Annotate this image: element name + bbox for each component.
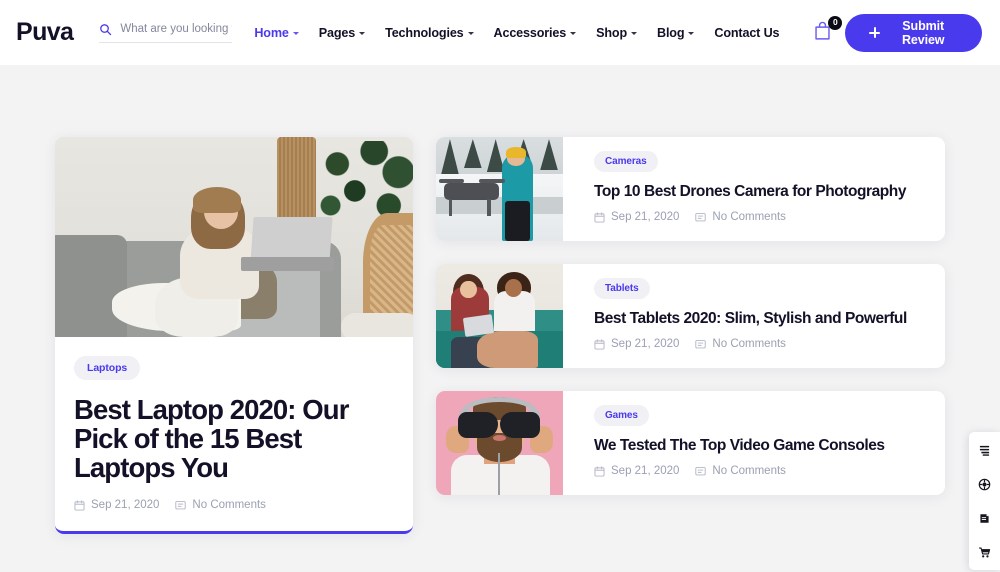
featured-post-card[interactable]: Laptops Best Laptop 2020: Our Pick of th… (55, 137, 413, 535)
featured-image-scene (55, 137, 413, 337)
post-list: Cameras Top 10 Best Drones Camera for Ph… (436, 137, 945, 534)
calendar-icon (594, 465, 605, 477)
chevron-down-icon (292, 32, 299, 35)
post-card-body: Tablets Best Tablets 2020: Slim, Stylish… (563, 264, 923, 368)
nav-label: Home (254, 25, 289, 40)
nav-label: Accessories (493, 25, 567, 40)
calendar-icon (74, 500, 85, 511)
featured-post-body: Laptops Best Laptop 2020: Our Pick of th… (55, 337, 413, 531)
nav-label: Shop (596, 25, 627, 40)
post-thumbnail (436, 391, 563, 495)
post-thumbnail (436, 137, 563, 241)
post-date-text: Sep 21, 2020 (611, 211, 680, 223)
site-header: Puva Home Pages Technologies Accessories (0, 0, 1000, 65)
post-card-tablets[interactable]: Tablets Best Tablets 2020: Slim, Stylish… (436, 264, 945, 368)
calendar-icon (594, 338, 605, 350)
chevron-down-icon (631, 32, 637, 35)
nav-label: Contact Us (714, 25, 780, 40)
featured-post-title[interactable]: Best Laptop 2020: Our Pick of the 15 Bes… (74, 395, 394, 483)
post-card-body: Games We Tested The Top Video Game Conso… (563, 391, 901, 495)
site-logo[interactable]: Puva (16, 18, 74, 47)
post-category-badge[interactable]: Tablets (594, 278, 650, 299)
floating-side-dock (969, 432, 1000, 570)
layers-icon[interactable] (976, 441, 994, 459)
nav-item-contact-us[interactable]: Contact Us (714, 26, 779, 40)
post-date-text: Sep 21, 2020 (91, 499, 160, 512)
calendar-icon (594, 211, 605, 223)
featured-post-meta: Sep 21, 2020 No Comments (74, 499, 394, 511)
drone-image-scene (436, 137, 563, 241)
tablet-image-scene (436, 264, 563, 368)
games-image-scene (436, 391, 563, 495)
plus-icon (869, 27, 881, 38)
post-date: Sep 21, 2020 (594, 465, 679, 477)
main-content: Laptops Best Laptop 2020: Our Pick of th… (0, 65, 1000, 535)
nav-item-shop[interactable]: Shop (596, 26, 637, 40)
featured-category-badge[interactable]: Laptops (74, 356, 141, 380)
main-navigation: Home Pages Technologies Accessories Shop… (254, 15, 845, 45)
post-comments: No Comments (175, 499, 266, 511)
life-ring-icon[interactable] (976, 475, 994, 493)
post-comments-text: No Comments (712, 211, 786, 223)
chevron-down-icon (467, 32, 474, 35)
post-meta: Sep 21, 2020 No Comments (594, 465, 885, 477)
cart-icon[interactable] (976, 543, 994, 561)
post-title[interactable]: Best Tablets 2020: Slim, Stylish and Pow… (594, 310, 907, 328)
search-input[interactable] (120, 23, 233, 35)
nav-label: Technologies (385, 25, 464, 40)
book-icon[interactable] (976, 509, 994, 527)
chevron-down-icon (359, 32, 366, 35)
post-comments: No Comments (695, 211, 786, 223)
post-date: Sep 21, 2020 (74, 499, 159, 511)
post-title[interactable]: We Tested The Top Video Game Consoles (594, 437, 885, 455)
nav-item-pages[interactable]: Pages (318, 25, 366, 40)
post-thumbnail (436, 264, 563, 368)
post-comments-text: No Comments (712, 338, 786, 350)
post-card-body: Cameras Top 10 Best Drones Camera for Ph… (563, 137, 922, 241)
nav-label: Blog (657, 25, 685, 40)
nav-item-technologies[interactable]: Technologies (385, 25, 474, 40)
post-comments-text: No Comments (712, 465, 786, 477)
post-date-text: Sep 21, 2020 (611, 338, 680, 350)
post-title[interactable]: Top 10 Best Drones Camera for Photograph… (594, 183, 906, 201)
post-date: Sep 21, 2020 (594, 211, 679, 223)
chevron-down-icon (570, 32, 577, 35)
comment-icon (695, 339, 707, 350)
post-card-cameras[interactable]: Cameras Top 10 Best Drones Camera for Ph… (436, 137, 945, 241)
post-category-badge[interactable]: Games (594, 405, 649, 426)
submit-review-label: Submit Review (901, 18, 945, 47)
comment-icon (695, 466, 707, 477)
featured-post-image (55, 137, 413, 337)
nav-item-blog[interactable]: Blog (657, 25, 695, 40)
nav-item-home[interactable]: Home (254, 25, 299, 40)
post-meta: Sep 21, 2020 No Comments (594, 211, 906, 223)
comment-icon (175, 500, 187, 511)
post-date: Sep 21, 2020 (594, 338, 679, 350)
post-date-text: Sep 21, 2020 (611, 465, 680, 477)
chevron-down-icon (688, 32, 695, 35)
post-comments: No Comments (695, 465, 786, 477)
nav-item-accessories[interactable]: Accessories (494, 26, 577, 40)
comment-icon (695, 212, 707, 223)
submit-review-button[interactable]: Submit Review (845, 13, 982, 52)
post-comments-text: No Comments (192, 499, 266, 512)
search-icon (99, 23, 112, 36)
cart-count-badge: 0 (828, 15, 843, 30)
shopping-bag-icon (813, 21, 832, 45)
nav-label: Pages (318, 25, 356, 40)
post-comments: No Comments (695, 338, 786, 350)
post-category-badge[interactable]: Cameras (594, 151, 658, 172)
post-card-games[interactable]: Games We Tested The Top Video Game Conso… (436, 391, 945, 495)
search-box[interactable] (99, 23, 233, 43)
cart-button[interactable]: 0 (813, 15, 843, 45)
post-meta: Sep 21, 2020 No Comments (594, 338, 907, 350)
